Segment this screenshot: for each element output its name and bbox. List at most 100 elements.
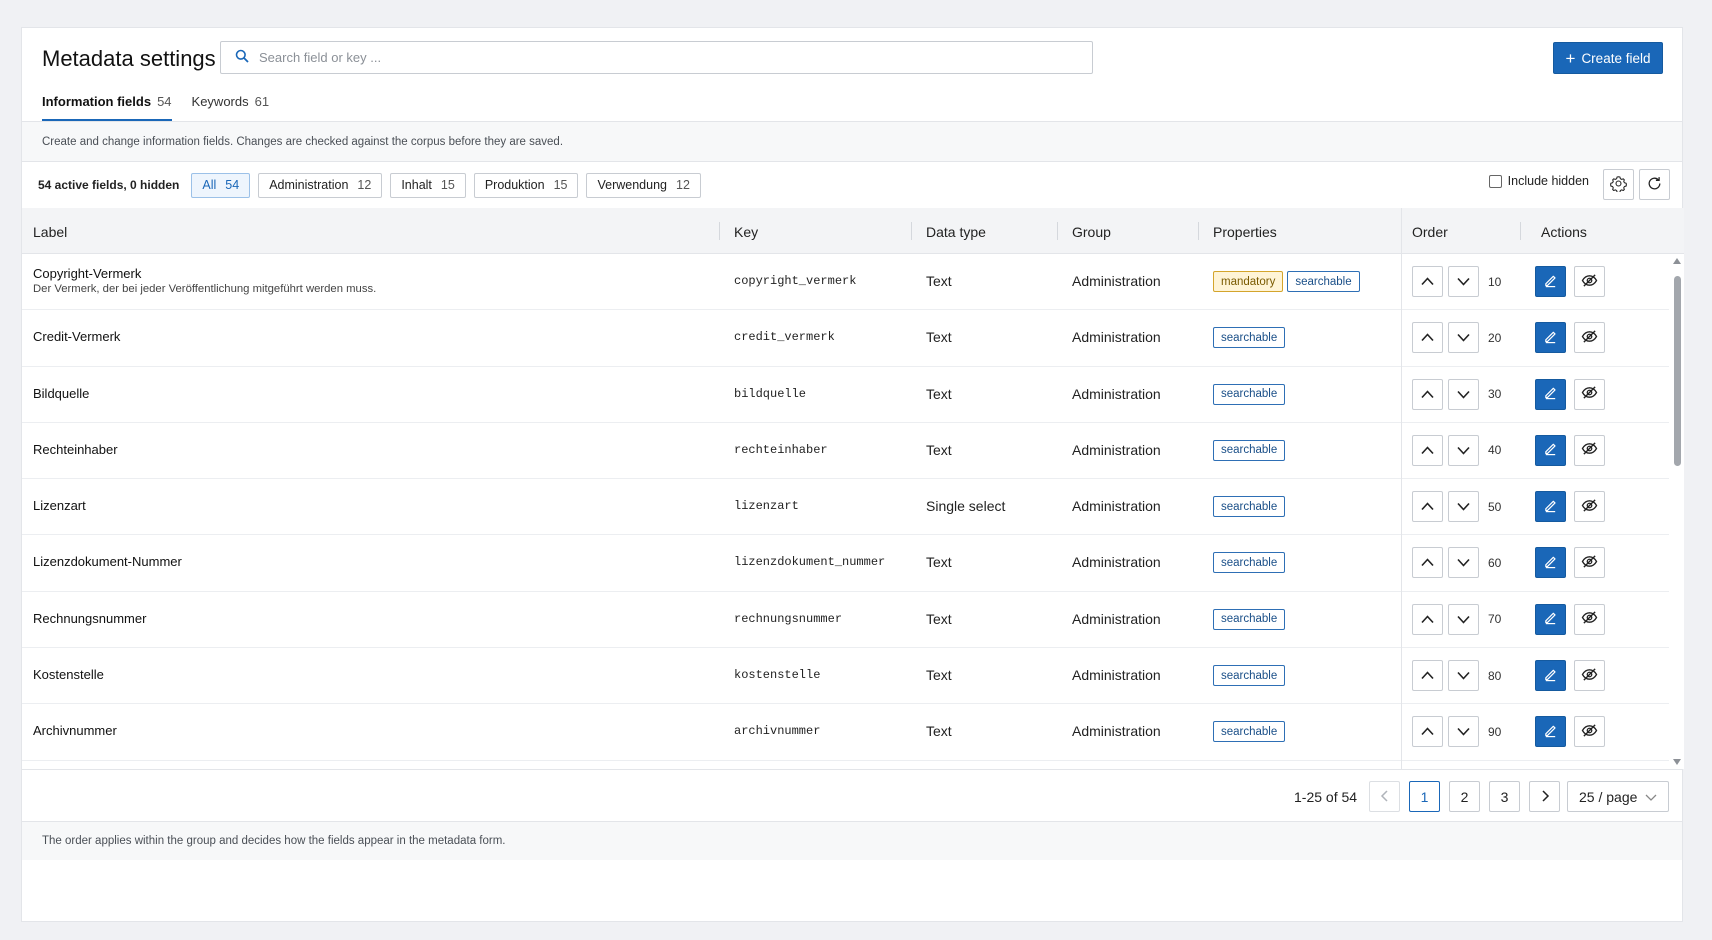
move-down-button[interactable] [1448,322,1479,354]
include-hidden-checkbox[interactable] [1488,174,1502,188]
move-up-button[interactable] [1412,434,1443,466]
move-up-button[interactable] [1412,660,1443,692]
move-up-button[interactable] [1412,266,1443,297]
move-down-button[interactable] [1448,434,1479,466]
move-down-button[interactable] [1448,266,1479,297]
filter-chip-verwendung[interactable]: Verwendung 12 [586,172,701,198]
column-header-data-type[interactable]: Data type [926,224,986,240]
move-up-button[interactable] [1412,491,1443,523]
scroll-down-icon[interactable] [1673,759,1681,765]
property-tag-searchable: searchable [1213,383,1286,405]
chip-count: 15 [440,178,455,192]
page-button-2[interactable]: 2 [1449,781,1480,812]
next-page-button[interactable] [1529,781,1560,812]
eye-off-icon [1581,441,1598,459]
chevron-down-icon [1457,274,1470,289]
column-header-label[interactable]: Label [33,224,67,240]
pencil-icon [1543,441,1558,459]
search-input[interactable] [259,50,1059,65]
move-up-button[interactable] [1412,603,1443,635]
field-data-type: Text [926,329,952,346]
hide-button[interactable] [1574,378,1605,410]
filter-chip-produktion[interactable]: Produktion 15 [473,172,579,198]
move-down-button[interactable] [1448,603,1479,635]
search-box[interactable] [220,41,1093,74]
edit-button[interactable] [1535,434,1566,466]
page-size-select[interactable]: 25 / page [1567,781,1669,812]
move-down-button[interactable] [1448,716,1479,748]
move-down-button[interactable] [1448,378,1479,410]
page-button-1[interactable]: 1 [1409,781,1440,812]
table-row[interactable]: Archivnummer archivnummer Text Administr… [22,704,1669,761]
edit-button[interactable] [1535,491,1566,523]
create-field-button[interactable]: + Create field [1553,42,1663,74]
field-properties: searchable [1213,665,1286,687]
tab-information-fields[interactable]: Information fields 54 [42,90,172,121]
chevron-down-icon [1645,789,1657,805]
edit-button[interactable] [1535,378,1566,410]
table-row[interactable]: Rechteinhaber rechteinhaber Text Adminis… [22,423,1669,480]
hide-button[interactable] [1574,322,1605,354]
tab-keywords[interactable]: Keywords 61 [192,90,270,121]
scrollbar-thumb[interactable] [1674,276,1681,466]
hide-button[interactable] [1574,716,1605,748]
scroll-up-icon[interactable] [1673,258,1681,264]
field-properties: searchable [1213,383,1286,405]
pencil-icon [1543,723,1558,741]
table-row[interactable]: Bildquelle bildquelle Text Administratio… [22,367,1669,423]
filter-chip-administration[interactable]: Administration 12 [258,172,383,198]
chevron-down-icon [1457,387,1470,402]
move-up-button[interactable] [1412,322,1443,354]
hide-button[interactable] [1574,434,1605,466]
move-down-button[interactable] [1448,660,1479,692]
move-down-button[interactable] [1448,491,1479,523]
hide-button[interactable] [1574,266,1605,297]
tab-label: Keywords [191,94,249,109]
move-down-button[interactable] [1448,547,1479,579]
settings-button[interactable] [1603,169,1634,200]
row-actions [1535,378,1605,410]
order-controls: 50 [1412,491,1501,523]
prev-page-button[interactable] [1369,781,1400,812]
field-label: Archivnummer [33,723,117,739]
edit-button[interactable] [1535,322,1566,354]
field-label: Lizenzart [33,498,86,514]
refresh-button[interactable] [1639,169,1670,200]
gear-icon [1610,175,1627,195]
edit-button[interactable] [1535,603,1566,635]
property-tag-searchable: searchable [1213,496,1286,518]
hide-button[interactable] [1574,660,1605,692]
table-row[interactable]: Rechnungsnummer rechnungsnummer Text Adm… [22,592,1669,649]
hide-button[interactable] [1574,603,1605,635]
column-header-key[interactable]: Key [734,224,758,240]
edit-button[interactable] [1535,716,1566,748]
table-row[interactable]: Eingangskontrolle durch eingangskontroll… [22,761,1669,769]
include-hidden-toggle[interactable]: Include hidden [1488,174,1589,188]
table-row[interactable]: Lizenzart lizenzart Single select Admini… [22,479,1669,536]
table-row[interactable]: Kostenstelle kostenstelle Text Administr… [22,648,1669,705]
edit-button[interactable] [1535,547,1566,579]
edit-button[interactable] [1535,266,1566,297]
hide-button[interactable] [1574,547,1605,579]
move-up-button[interactable] [1412,547,1443,579]
chevron-up-icon [1421,668,1434,683]
field-key: copyright_vermerk [734,274,857,288]
move-up-button[interactable] [1412,378,1443,410]
table-row[interactable]: Credit-Vermerk credit_vermerk Text Admin… [22,310,1669,367]
column-header-group[interactable]: Group [1072,224,1111,240]
row-actions [1535,434,1605,466]
hide-button[interactable] [1574,491,1605,523]
table-row[interactable]: Copyright-Vermerk Der Vermerk, der bei j… [22,254,1669,311]
property-tag-mandatory: mandatory [1213,271,1284,292]
property-tag-searchable: searchable [1287,271,1360,292]
order-value: 90 [1488,724,1502,739]
move-up-button[interactable] [1412,716,1443,748]
filter-chip-inhalt[interactable]: Inhalt 15 [390,172,466,198]
table-row[interactable]: Lizenzdokument-Nummer lizenzdokument_num… [22,535,1669,592]
filter-chip-all[interactable]: All 54 [191,172,251,198]
field-data-type: Text [926,723,952,740]
edit-button[interactable] [1535,660,1566,692]
chevron-left-icon [1380,789,1390,805]
vertical-scrollbar[interactable] [1670,254,1684,769]
page-button-3[interactable]: 3 [1489,781,1520,812]
